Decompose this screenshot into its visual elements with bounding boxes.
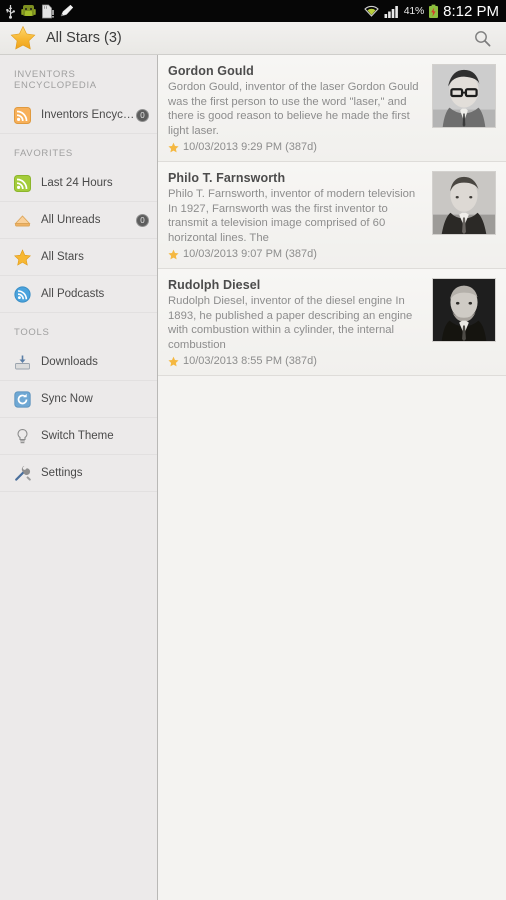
- sidebar-item-all-podcasts[interactable]: All Podcasts: [0, 276, 157, 313]
- article-date: 10/03/2013 9:07 PM (387d): [183, 248, 317, 260]
- usb-icon: [6, 4, 15, 19]
- page-title: All Stars (3): [46, 30, 122, 46]
- sidebar-item-downloads[interactable]: Downloads: [0, 344, 157, 381]
- search-icon: [474, 30, 490, 46]
- article-thumbnail: [432, 64, 496, 128]
- sidebar-item-all-stars[interactable]: All Stars: [0, 239, 157, 276]
- sidebar-item-all-unreads[interactable]: All Unreads 0: [0, 202, 157, 239]
- star-icon[interactable]: [168, 142, 179, 153]
- sync-icon: [14, 390, 31, 408]
- android-icon: [21, 4, 36, 16]
- article-meta: 10/03/2013 9:29 PM (387d): [168, 141, 424, 153]
- article-thumbnail: [432, 171, 496, 235]
- unread-badge: 0: [136, 108, 149, 122]
- rss-green-icon: [14, 174, 31, 192]
- sidebar-item-switch-theme[interactable]: Switch Theme: [0, 418, 157, 455]
- article-date: 10/03/2013 8:55 PM (387d): [183, 355, 317, 367]
- sidebar-item-label: Switch Theme: [41, 430, 114, 442]
- sidebar-item-label: Inventors Encyclopedia: [41, 109, 136, 121]
- sidebar-item-label: Downloads: [41, 356, 98, 368]
- download-icon: [14, 354, 31, 371]
- article-list-item[interactable]: Philo T. Farnsworth Philo T. Farnsworth,…: [158, 162, 506, 269]
- article-title: Philo T. Farnsworth: [168, 171, 286, 185]
- status-bar-right-icons: 41% 8:12 PM: [363, 3, 501, 20]
- star-icon[interactable]: [168, 356, 179, 367]
- sidebar-item-inventors-encyclopedia[interactable]: Inventors Encyclopedia 0: [0, 97, 157, 134]
- article-title: Rudolph Diesel: [168, 278, 261, 292]
- sidebar-item-label: Settings: [41, 467, 83, 479]
- content-area: INVENTORS ENCYCLOPEDIA Inventors Encyclo…: [0, 55, 506, 900]
- sidebar-item-label: Last 24 Hours: [41, 177, 113, 189]
- sidebar-section-header-encyclopedia: INVENTORS ENCYCLOPEDIA: [14, 69, 97, 91]
- lightbulb-icon: [14, 428, 31, 445]
- sidebar-item-sync-now[interactable]: Sync Now: [0, 381, 157, 418]
- sidebar-section-header-tools: TOOLS: [14, 327, 50, 338]
- article-meta: 10/03/2013 9:07 PM (387d): [168, 248, 424, 260]
- article-meta: 10/03/2013 8:55 PM (387d): [168, 355, 424, 367]
- app-root: 41% 8:12 PM All Stars (3) INVENTORS ENCY…: [0, 0, 506, 900]
- envelope-orange-icon: [14, 212, 31, 229]
- wifi-icon: [363, 5, 379, 17]
- article-snippet: Philo T. Farnsworth, inventor of modern …: [168, 188, 416, 244]
- sidebar-item-label: Sync Now: [41, 393, 93, 405]
- article-date: 10/03/2013 9:29 PM (387d): [183, 141, 317, 153]
- article-list-item[interactable]: Rudolph Diesel Rudolph Diesel, inventor …: [158, 269, 506, 376]
- sidebar-section-header-favorites: FAVORITES: [14, 148, 73, 159]
- battery-charging-icon: [429, 4, 439, 18]
- list-empty-space: [158, 376, 506, 900]
- battery-percent-label: 41%: [403, 5, 425, 17]
- sidebar-item-label: All Stars: [41, 251, 84, 263]
- rss-orange-icon: [14, 106, 31, 124]
- article-snippet: Gordon Gould, inventor of the laser Gord…: [168, 81, 419, 137]
- article-title: Gordon Gould: [168, 64, 254, 78]
- status-bar-left-icons: [5, 4, 75, 19]
- wrench-icon: [14, 465, 31, 482]
- action-bar-title-group[interactable]: All Stars (3): [10, 25, 122, 51]
- pencil-icon: [60, 4, 74, 17]
- action-bar: All Stars (3): [0, 22, 506, 55]
- article-snippet: Rudolph Diesel, inventor of the diesel e…: [168, 295, 413, 351]
- star-icon: [10, 25, 36, 50]
- article-text: Rudolph Diesel Rudolph Diesel, inventor …: [168, 278, 432, 367]
- star-icon[interactable]: [168, 249, 179, 260]
- article-text: Philo T. Farnsworth Philo T. Farnsworth,…: [168, 171, 432, 260]
- status-bar-clock: 8:12 PM: [443, 2, 499, 20]
- sidebar: INVENTORS ENCYCLOPEDIA Inventors Encyclo…: [0, 55, 158, 900]
- article-text: Gordon Gould Gordon Gould, inventor of t…: [168, 64, 432, 153]
- sidebar-item-settings[interactable]: Settings: [0, 455, 157, 492]
- signal-bars-icon: [384, 5, 398, 18]
- article-list-item[interactable]: Gordon Gould Gordon Gould, inventor of t…: [158, 55, 506, 162]
- article-list[interactable]: Gordon Gould Gordon Gould, inventor of t…: [158, 55, 506, 900]
- search-button[interactable]: [468, 24, 496, 52]
- sidebar-item-label: All Podcasts: [41, 288, 105, 300]
- sidebar-item-label: All Unreads: [41, 214, 101, 226]
- rss-blue-icon: [14, 285, 31, 303]
- star-orange-icon: [14, 248, 31, 266]
- sidebar-item-last-24-hours[interactable]: Last 24 Hours: [0, 165, 157, 202]
- article-thumbnail: [432, 278, 496, 342]
- status-bar: 41% 8:12 PM: [0, 0, 506, 22]
- unread-badge: 0: [136, 213, 149, 227]
- sdcard-icon: [42, 4, 54, 18]
